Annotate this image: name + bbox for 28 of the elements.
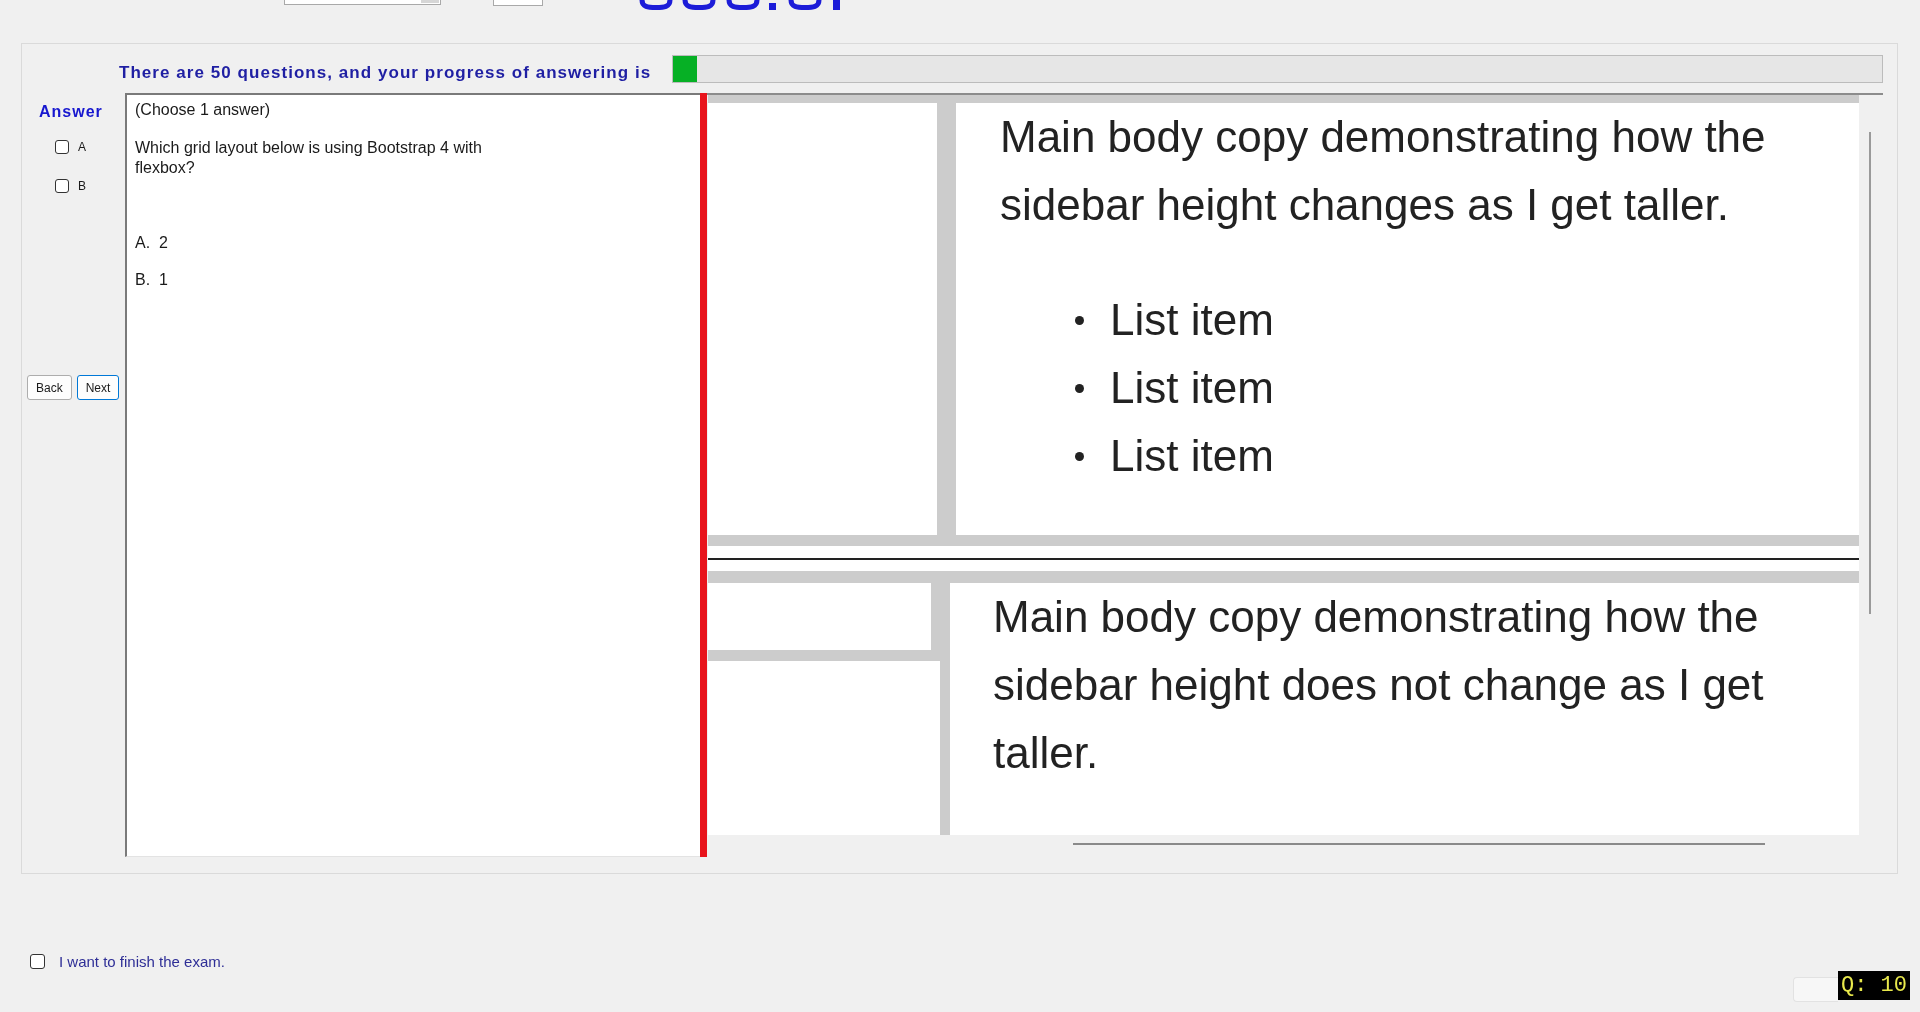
next-button[interactable]: Next — [76, 375, 120, 400]
choice-text: A. 2 — [135, 234, 168, 252]
question-number-label: Q: 10 — [1838, 971, 1910, 1000]
bullet-icon — [1075, 383, 1084, 393]
option-label: B — [78, 179, 86, 193]
back-button[interactable]: Back — [27, 375, 72, 400]
bullet-icon — [1075, 451, 1084, 461]
finish-label: I want to finish the exam. — [59, 952, 225, 970]
vertical-scrollbar[interactable] — [1869, 132, 1871, 614]
checkbox[interactable] — [30, 953, 45, 969]
list-item: List item — [1110, 362, 1274, 414]
body-paragraph: Main body copy demonstrating how the sidebar height does not change as I get taller. — [993, 591, 1765, 779]
progress-text: There are 50 questions, and your progress of answering is — [119, 61, 652, 83]
spin-field[interactable] — [493, 0, 543, 6]
list-item: List item — [1110, 294, 1274, 346]
horizontal-scrollbar[interactable] — [1073, 843, 1765, 845]
body-paragraph: Main body copy demonstrating how the sidebar height changes as I get taller. — [1000, 111, 1767, 231]
instruction-text: (Choose 1 answer) — [135, 101, 271, 119]
bullet-icon — [1075, 315, 1084, 325]
list-item: List item — [1110, 430, 1274, 482]
checkbox[interactable] — [55, 140, 69, 154]
option-label: A — [78, 140, 86, 154]
choice-text: B. 1 — [135, 271, 168, 289]
checkbox[interactable] — [55, 179, 69, 193]
dropdown-field[interactable] — [284, 0, 441, 5]
answer-heading: Answer — [39, 103, 103, 121]
question-text: Which grid layout below is using Bootstrap 4 with flexbox? — [135, 138, 482, 178]
partially-hidden-button[interactable] — [1793, 977, 1838, 1002]
